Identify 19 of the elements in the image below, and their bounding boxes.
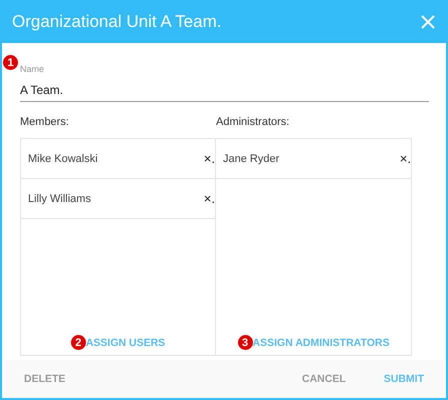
- assign-button[interactable]: ASSIGN USERS: [86, 336, 166, 348]
- delete-button[interactable]: DELETE: [24, 373, 66, 385]
- name-field[interactable]: Name A Team.: [20, 59, 429, 102]
- close-icon[interactable]: [420, 14, 436, 30]
- submit-button[interactable]: SUBMIT: [384, 373, 424, 385]
- remove-button[interactable]: ×.: [400, 151, 411, 166]
- cancel-button[interactable]: CANCEL: [302, 373, 346, 385]
- remove-button[interactable]: ×.: [204, 191, 215, 206]
- window-title: Organizational Unit A Team.: [12, 12, 222, 32]
- annotation-marker: 3: [238, 335, 253, 350]
- list-item-name: Mike Kowalski: [28, 152, 98, 164]
- annotation-marker: 1: [3, 55, 18, 70]
- annotation-marker: 2: [70, 335, 86, 350]
- list-item-name: Lilly Williams: [28, 192, 91, 204]
- list-item-name: Jane Ryder: [223, 152, 280, 164]
- panel-heading: Administrators:: [216, 116, 290, 128]
- assign-button[interactable]: ASSIGN ADMINISTRATORS: [252, 336, 390, 348]
- remove-button[interactable]: ×.: [204, 151, 215, 166]
- panel-heading: Members:: [20, 116, 69, 128]
